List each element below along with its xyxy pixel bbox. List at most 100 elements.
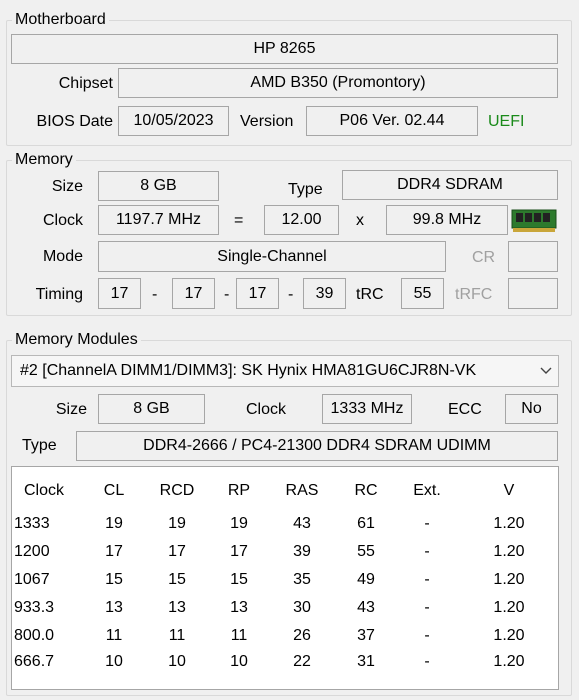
timing-dash-1: - — [152, 286, 158, 303]
cell-v: 1.20 — [493, 653, 525, 670]
cr-label: CR — [472, 249, 496, 266]
cell-rp: 15 — [230, 571, 248, 588]
memory-modules-group-title: Memory Modules — [12, 331, 141, 349]
cell-ext: - — [424, 515, 430, 532]
cell-rcd: 19 — [168, 515, 186, 532]
version-label: Version — [240, 113, 294, 130]
uefi-label: UEFI — [488, 113, 525, 130]
cell-ras: 30 — [293, 599, 311, 616]
cell-rc: 31 — [357, 653, 375, 670]
col-header-ras: RAS — [285, 482, 319, 499]
module-size-field: 8 GB — [98, 394, 205, 424]
cell-rc: 37 — [357, 627, 375, 644]
ecc-label: ECC — [448, 401, 482, 418]
cell-clock: 1333 — [14, 515, 50, 532]
module-clock-label: Clock — [246, 401, 287, 418]
module-select-dropdown[interactable]: #2 [ChannelA DIMM1/DIMM3]: SK Hynix HMA8… — [11, 355, 559, 387]
module-size-label: Size — [55, 401, 87, 418]
timing-dash-3: - — [288, 286, 294, 303]
ecc-field: No — [505, 394, 558, 424]
cell-rp: 11 — [230, 627, 248, 644]
cell-ras: 43 — [293, 515, 311, 532]
col-header-rc: RC — [354, 482, 378, 499]
bios-date-label: BIOS Date — [36, 113, 113, 130]
cell-v: 1.20 — [493, 515, 525, 532]
module-type-label: Type — [22, 437, 57, 454]
cell-rcd: 11 — [168, 627, 186, 644]
cell-rc: 49 — [357, 571, 375, 588]
cell-cl: 19 — [105, 515, 123, 532]
cell-ext: - — [424, 653, 430, 670]
cell-rcd: 17 — [168, 543, 186, 560]
cell-cl: 17 — [105, 543, 123, 560]
timing-rcd-field: 17 — [172, 278, 215, 309]
memory-clock-field: 1197.7 MHz — [98, 205, 219, 235]
motherboard-model-field: HP 8265 — [11, 34, 558, 64]
cell-ext: - — [424, 627, 430, 644]
cell-clock: 933.3 — [14, 599, 55, 616]
chipset-field: AMD B350 (Promontory) — [118, 68, 558, 98]
cell-rp: 10 — [230, 653, 248, 670]
cell-rc: 55 — [357, 543, 375, 560]
motherboard-group-title: Motherboard — [12, 11, 109, 29]
version-field: P06 Ver. 02.44 — [306, 106, 478, 136]
cell-cl: 10 — [105, 653, 123, 670]
timing-cl-field: 17 — [98, 278, 141, 309]
cell-ext: - — [424, 571, 430, 588]
cell-rp: 13 — [230, 599, 248, 616]
trfc-field — [508, 278, 558, 309]
cell-ext: - — [424, 599, 430, 616]
cell-ras: 22 — [293, 653, 311, 670]
col-header-cl: CL — [103, 482, 125, 499]
cell-clock: 1067 — [14, 571, 50, 588]
cell-rcd: 10 — [168, 653, 186, 670]
memory-type-label: Type — [288, 181, 323, 198]
trc-field: 55 — [401, 278, 444, 309]
memory-clock-label: Clock — [42, 212, 83, 229]
module-type-field: DDR4-2666 / PC4-21300 DDR4 SDRAM UDIMM — [76, 431, 558, 461]
timing-rp-field: 17 — [236, 278, 279, 309]
memory-group-title: Memory — [12, 151, 76, 169]
memory-type-field: DDR4 SDRAM — [342, 170, 558, 200]
cell-v: 1.20 — [493, 543, 525, 560]
trc-label: tRC — [356, 286, 384, 303]
col-header-rcd: RCD — [159, 482, 195, 499]
col-header-clock: Clock — [23, 482, 64, 499]
timing-dash-2: - — [224, 286, 230, 303]
cell-clock: 666.7 — [14, 653, 55, 670]
timing-label: Timing — [35, 286, 83, 303]
cell-rp: 19 — [230, 515, 248, 532]
module-select-value: #2 [ChannelA DIMM1/DIMM3]: SK Hynix HMA8… — [20, 362, 477, 379]
cell-rc: 61 — [357, 515, 375, 532]
bus-speed-field: 99.8 MHz — [386, 205, 508, 235]
chevron-down-icon[interactable] — [534, 367, 558, 375]
col-header-rp: RP — [227, 482, 251, 499]
chipset-label: Chipset — [58, 75, 113, 92]
cell-v: 1.20 — [493, 571, 525, 588]
cell-rcd: 13 — [168, 599, 186, 616]
module-clock-field: 1333 MHz — [322, 394, 412, 424]
memory-size-field: 8 GB — [98, 171, 219, 201]
cell-rcd: 15 — [168, 571, 186, 588]
timing-ras-field: 39 — [303, 278, 346, 309]
times-sign: x — [356, 212, 364, 229]
trfc-label: tRFC — [455, 286, 493, 303]
multiplier-field: 12.00 — [264, 205, 339, 235]
cell-cl: 13 — [105, 599, 123, 616]
cell-rc: 43 — [357, 599, 375, 616]
cell-clock: 800.0 — [14, 627, 55, 644]
cell-ras: 39 — [293, 543, 311, 560]
col-header-ext: Ext. — [413, 482, 441, 499]
cell-cl: 11 — [105, 627, 123, 644]
cr-field — [508, 241, 558, 272]
cell-ras: 35 — [293, 571, 311, 588]
cell-v: 1.20 — [493, 627, 525, 644]
cell-ext: - — [424, 543, 430, 560]
cell-clock: 1200 — [14, 543, 50, 560]
mode-label: Mode — [42, 248, 83, 265]
mode-field: Single-Channel — [98, 241, 446, 272]
cell-ras: 26 — [293, 627, 311, 644]
equals-sign: = — [234, 212, 244, 229]
cell-v: 1.20 — [493, 599, 525, 616]
bios-date-field: 10/05/2023 — [118, 106, 229, 136]
